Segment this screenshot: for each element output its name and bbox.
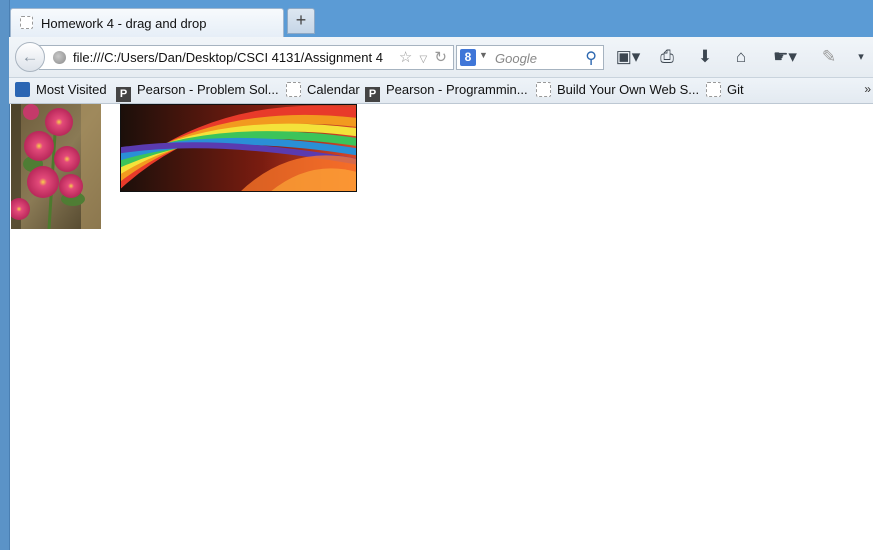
bookmark-build-your-own-web[interactable]: Build Your Own Web S... bbox=[536, 82, 699, 99]
home-icon[interactable]: ⌂ bbox=[729, 45, 753, 69]
bookmark-label: Pearson - Problem Sol... bbox=[137, 82, 279, 97]
bookmark-pearson-problem-solving[interactable]: P Pearson - Problem Sol... bbox=[116, 82, 279, 102]
back-button[interactable]: ← bbox=[15, 42, 45, 72]
pearson-icon: P bbox=[365, 87, 380, 102]
pearson-icon: P bbox=[116, 87, 131, 102]
bookmark-label: Calendar bbox=[307, 82, 360, 97]
bookmark-star-icon[interactable]: ☆ bbox=[399, 48, 412, 66]
page-content bbox=[10, 104, 873, 550]
bookmarks-toolbar: Most Visited P Pearson - Problem Sol... C… bbox=[9, 78, 873, 104]
search-engine-icon[interactable]: 8 bbox=[460, 49, 476, 66]
pointer-hand-icon[interactable]: ☛▾ bbox=[767, 45, 803, 69]
bookmark-label: Most Visited bbox=[36, 82, 107, 97]
globe-icon bbox=[53, 51, 66, 64]
bookmark-label: Pearson - Programmin... bbox=[386, 82, 528, 97]
download-icon[interactable]: ⬇ bbox=[693, 45, 717, 69]
tab-title: Homework 4 - drag and drop bbox=[41, 16, 207, 31]
print-icon[interactable]: ⎙ bbox=[655, 45, 679, 69]
bookmark-label: Build Your Own Web S... bbox=[557, 82, 700, 97]
rainbow-image[interactable] bbox=[120, 104, 357, 192]
bookmark-git[interactable]: Git bbox=[706, 82, 744, 99]
tab-homework-4[interactable]: Homework 4 - drag and drop bbox=[10, 8, 284, 37]
reload-icon[interactable]: ↻ bbox=[434, 48, 447, 66]
search-bar[interactable]: 8 ▼ Google ⚲ bbox=[456, 45, 604, 70]
bookmarks-overflow-button[interactable]: » bbox=[864, 82, 871, 96]
url-bar[interactable]: file:///C:/Users/Dan/Desktop/CSCI 4131/A… bbox=[39, 45, 454, 70]
extension-icon[interactable]: ✎ bbox=[817, 45, 841, 69]
flower-image[interactable] bbox=[11, 104, 101, 229]
blank-page-icon bbox=[20, 16, 33, 29]
search-engine-caret-icon[interactable]: ▼ bbox=[479, 50, 488, 60]
search-icon[interactable]: ⚲ bbox=[585, 48, 597, 68]
bookmarks-menu-icon[interactable]: ▣▾ bbox=[611, 45, 645, 69]
url-text[interactable]: file:///C:/Users/Dan/Desktop/CSCI 4131/A… bbox=[73, 50, 383, 65]
bookmark-calendar[interactable]: Calendar bbox=[286, 82, 360, 99]
dropdown-arrow-icon[interactable]: ▽ bbox=[420, 54, 428, 65]
search-input[interactable]: Google bbox=[495, 51, 537, 66]
tab-strip: Homework 4 - drag and drop + bbox=[0, 0, 873, 37]
menu-overflow-icon[interactable]: ▾ bbox=[851, 45, 871, 69]
bookmark-label: Git bbox=[727, 82, 744, 97]
most-visited-icon bbox=[15, 82, 30, 97]
blank-page-icon bbox=[286, 82, 301, 97]
back-arrow-icon: ← bbox=[21, 47, 39, 66]
bookmark-pearson-programming[interactable]: P Pearson - Programmin... bbox=[365, 82, 528, 102]
navigation-toolbar: file:///C:/Users/Dan/Desktop/CSCI 4131/A… bbox=[9, 37, 873, 78]
bookmark-most-visited[interactable]: Most Visited bbox=[15, 82, 107, 99]
blank-page-icon bbox=[536, 82, 551, 97]
blank-page-icon bbox=[706, 82, 721, 97]
new-tab-button[interactable]: + bbox=[287, 8, 315, 34]
